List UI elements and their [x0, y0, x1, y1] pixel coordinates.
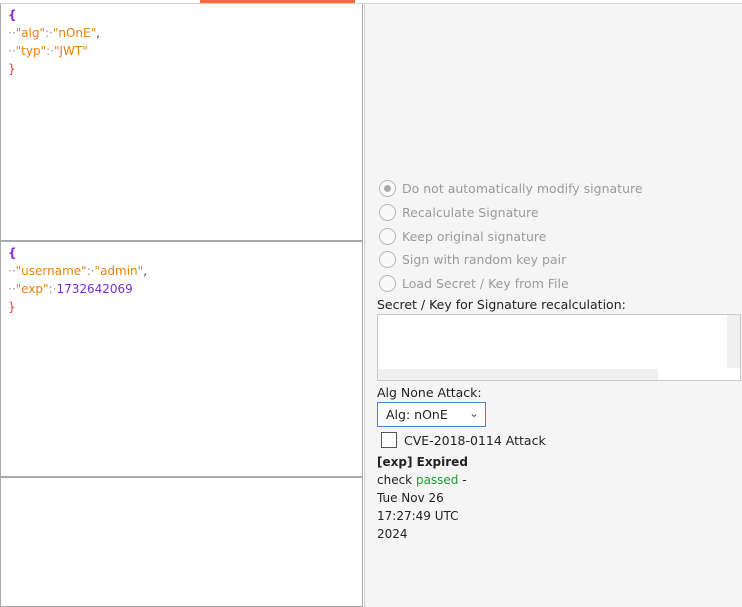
signature-editor[interactable] [0, 478, 363, 607]
radio-do-not-modify[interactable]: Do not automatically modify signature [379, 177, 643, 199]
horizontal-scrollbar[interactable] [378, 369, 658, 380]
header-line-typ: ··"typ":·"JWT" [8, 44, 88, 58]
left-panel: { ··"alg":·"nOnE", ··"typ":·"JWT" } { ··… [0, 0, 364, 607]
radio-icon[interactable] [379, 227, 396, 245]
header-line-alg: ··"alg":·"nOnE", [8, 26, 100, 40]
exp-status-text: [exp] Expired check passed - Tue Nov 26 … [377, 455, 468, 541]
payload-line-username: ··"username":·"admin", [8, 264, 148, 278]
radio-keep-original[interactable]: Keep original signature [379, 225, 546, 247]
secret-key-label: Secret / Key for Signature recalculation… [377, 297, 626, 312]
payload-line-exp: ··"exp":·1732642069 [8, 282, 133, 296]
header-json-editor[interactable]: { ··"alg":·"nOnE", ··"typ":·"JWT" } [0, 4, 363, 242]
payload-json-editor[interactable]: { ··"username":·"admin", ··"exp":·173264… [0, 242, 363, 478]
radio-random-key-pair[interactable]: Sign with random key pair [379, 248, 566, 270]
payload-close-brace: } [8, 300, 16, 314]
payload-open-brace: { [8, 246, 17, 260]
chevron-down-icon: ⌄ [468, 406, 479, 420]
radio-icon[interactable] [379, 274, 396, 292]
radio-icon[interactable] [379, 203, 396, 221]
passed-label: passed [415, 473, 459, 487]
vertical-scrollbar[interactable] [727, 315, 740, 368]
radio-icon[interactable] [379, 179, 396, 197]
radio-recalculate[interactable]: Recalculate Signature [379, 201, 539, 223]
secret-key-input[interactable] [377, 314, 741, 381]
radio-load-secret-file[interactable]: Load Secret / Key from File [379, 272, 569, 294]
header-close-brace: } [8, 62, 16, 76]
radio-icon[interactable] [379, 250, 396, 268]
alg-none-attack-label: Alg None Attack: [377, 385, 482, 400]
cve-2018-0114-checkbox-row[interactable]: CVE-2018-0114 Attack [381, 430, 546, 450]
cve-checkbox[interactable] [381, 432, 397, 448]
signature-options-panel: Do not automatically modify signature Re… [364, 4, 742, 607]
alg-none-select[interactable]: Alg: nOnE ⌄ [377, 402, 486, 427]
header-open-brace: { [8, 8, 17, 22]
